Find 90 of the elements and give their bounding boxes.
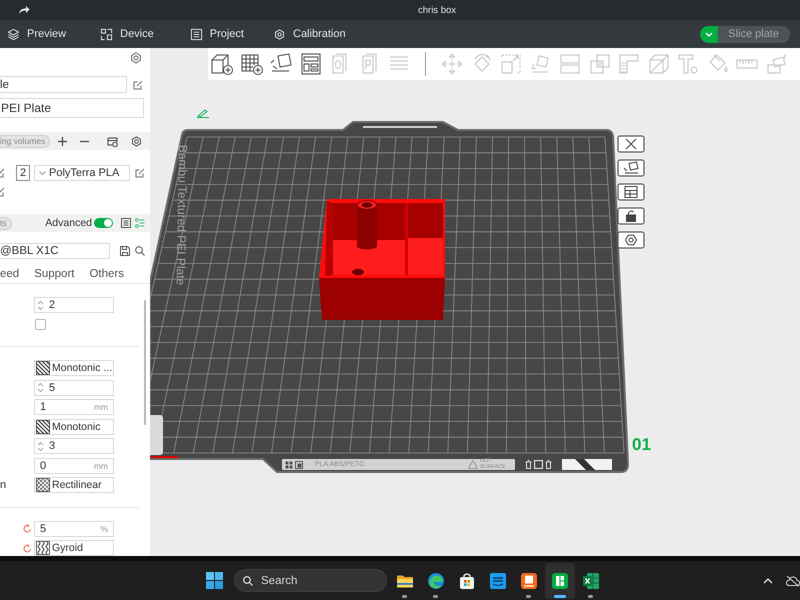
pencil-icon[interactable] [196, 109, 210, 118]
edit-icon[interactable] [135, 168, 145, 178]
redo-icon[interactable] [18, 5, 30, 15]
spin-arrows-icon[interactable] [37, 440, 44, 452]
pattern-dropdown[interactable]: Monotonic ... [34, 360, 114, 376]
menu-tab[interactable]: Device [100, 24, 154, 44]
shopping-bag-icon [458, 572, 476, 590]
menu-tab[interactable]: Calibration [273, 24, 346, 44]
unit-label: mm [94, 402, 108, 412]
hexagon-icon [273, 28, 286, 40]
notch-marker-icon [562, 459, 612, 470]
printer-field[interactable]: le [0, 76, 127, 93]
diagonal-lines-icon [36, 420, 50, 434]
diagonal-lines-icon [36, 361, 50, 375]
grid-plus-icon[interactable] [240, 52, 264, 76]
settings-tab[interactable]: eed [0, 268, 20, 281]
search-field[interactable]: Search [234, 569, 387, 592]
trash-icon [545, 460, 552, 469]
trash-icon [525, 460, 532, 469]
x-axis-line [150, 456, 178, 458]
box-model[interactable] [319, 199, 445, 320]
settings-icon[interactable] [130, 52, 142, 64]
layout-icon[interactable] [298, 52, 322, 76]
plate-gear-icon[interactable] [107, 136, 118, 146]
filament-number: 2 [16, 165, 30, 181]
chevron-up-icon[interactable] [763, 578, 773, 584]
checkbox[interactable] [35, 319, 46, 330]
plate-number: 01 [632, 435, 651, 455]
lock-icon[interactable] [617, 207, 645, 225]
spin-arrows-icon[interactable] [37, 382, 44, 393]
filament-dropdown[interactable]: PolyTerra PLA [34, 165, 130, 181]
menu-tab[interactable]: Project [190, 24, 244, 44]
pattern-dropdown[interactable]: Gyroid [34, 540, 114, 556]
taskbar-app[interactable] [544, 562, 574, 598]
app-tile-icon [520, 572, 538, 590]
number-field[interactable]: 5 % [34, 520, 114, 536]
device-icon [100, 28, 114, 40]
plate-type-field[interactable]: PEI Plate [0, 98, 144, 118]
number-field[interactable]: 3 [34, 438, 114, 454]
pattern-dropdown[interactable]: Monotonic [34, 418, 114, 434]
advanced-toggle[interactable] [94, 218, 113, 228]
close-icon[interactable] [617, 135, 645, 153]
reset-icon[interactable] [23, 524, 32, 533]
advanced-label: Advanced [45, 217, 92, 229]
reset-icon[interactable] [23, 544, 32, 552]
layout-icon[interactable] [617, 183, 645, 201]
browser-icon [426, 572, 444, 590]
settings-tab[interactable]: Others [89, 268, 124, 281]
warning-icon [468, 460, 478, 469]
unit-label: % [100, 524, 108, 534]
video-app-icon [488, 572, 506, 590]
cube-plus-icon[interactable] [210, 52, 234, 76]
start-icon[interactable] [206, 572, 223, 589]
pattern-dropdown[interactable]: Rectilinear [34, 477, 114, 493]
nodes-icon[interactable] [135, 218, 145, 228]
settings-tab[interactable]: Support [34, 268, 74, 281]
document-icon [190, 28, 203, 40]
plus-icon[interactable] [58, 136, 68, 146]
number-field[interactable]: 2 [34, 297, 114, 313]
setting-label: n [0, 479, 6, 491]
slice-options-button[interactable] [700, 26, 718, 42]
search-icon [243, 576, 253, 586]
cloud-off-icon[interactable] [786, 574, 800, 586]
plate-name: Bambu Textured PEI Plate [174, 144, 190, 286]
number-field[interactable]: 0 mm [34, 458, 114, 474]
slicer-app-icon [550, 572, 568, 590]
spreadsheet-icon [582, 572, 600, 590]
chevron-down-icon [705, 32, 714, 36]
edit-icon[interactable] [0, 187, 5, 197]
menu-tab[interactable]: Preview [7, 24, 66, 44]
search-icon[interactable] [135, 246, 145, 256]
save-icon[interactable] [120, 246, 130, 256]
wave-pattern-icon [36, 541, 50, 555]
preset-field[interactable]: @BBL X1C [0, 243, 110, 259]
unit-label: mm [94, 460, 108, 470]
number-field[interactable]: 1 mm [34, 399, 114, 415]
spin-arrows-icon[interactable] [37, 300, 44, 310]
settings-icon[interactable] [131, 136, 142, 146]
chevron-down-icon [39, 171, 46, 175]
scrollbar[interactable] [144, 300, 146, 425]
edit-icon[interactable] [133, 80, 143, 90]
layers-icon [7, 28, 20, 40]
tilted-square-icon[interactable] [617, 159, 645, 177]
window-title: chris box [418, 4, 456, 16]
square-icon [295, 460, 303, 468]
number-field[interactable]: 5 [34, 380, 114, 396]
crosshatch-icon [36, 478, 50, 492]
edit-icon[interactable] [0, 168, 5, 178]
list-icon[interactable] [121, 218, 131, 228]
grid-icon [285, 460, 293, 468]
